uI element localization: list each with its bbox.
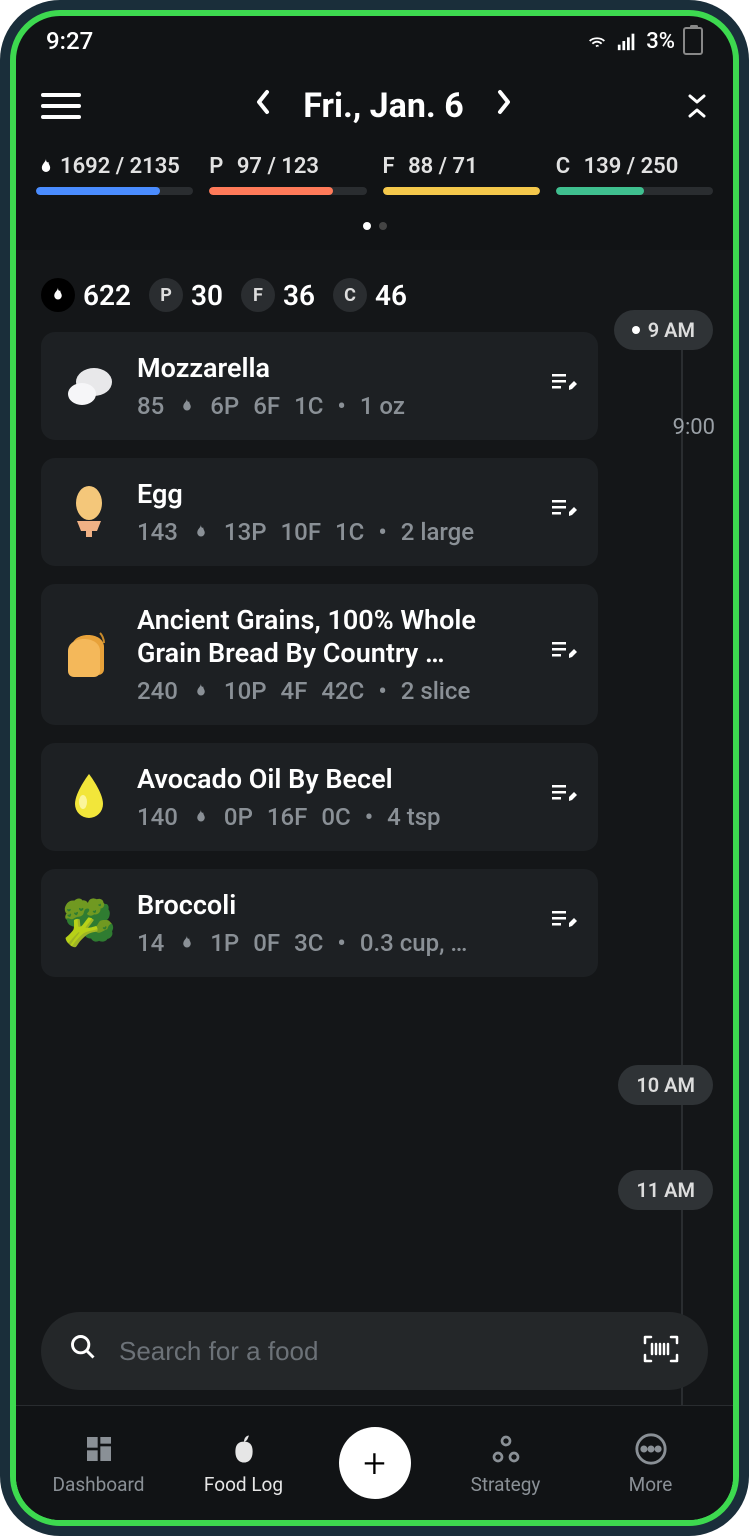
time-pill-9am[interactable]: 9 AM bbox=[614, 310, 713, 350]
menu-button[interactable] bbox=[41, 93, 81, 119]
flame-icon bbox=[178, 934, 196, 952]
meal-protein: P 30 bbox=[149, 278, 223, 312]
status-time: 9:27 bbox=[46, 27, 93, 55]
macro-calories[interactable]: 1692 / 2135 bbox=[36, 154, 193, 195]
egg-icon bbox=[59, 482, 119, 542]
time-pill-10am[interactable]: 10 AM bbox=[618, 1065, 713, 1105]
strategy-icon bbox=[490, 1431, 522, 1467]
battery-icon bbox=[683, 27, 703, 55]
next-day-button[interactable] bbox=[494, 88, 514, 124]
food-card[interactable]: Mozzarella 85 6P 6F 1C • 1 oz bbox=[41, 332, 598, 440]
macro-fat-fill bbox=[383, 187, 540, 195]
food-name: Mozzarella bbox=[137, 352, 532, 386]
page-dots[interactable] bbox=[16, 203, 733, 250]
meal-carbs: C 46 bbox=[333, 278, 407, 312]
edit-food-button[interactable] bbox=[550, 783, 580, 811]
edit-food-button[interactable] bbox=[550, 372, 580, 400]
search-icon bbox=[69, 1333, 97, 1369]
time-label-900: 9:00 bbox=[673, 415, 715, 440]
macro-fat[interactable]: F 88 / 71 bbox=[383, 154, 540, 195]
edit-food-button[interactable] bbox=[550, 640, 580, 668]
food-card[interactable]: 🥦 Broccoli 14 1P 0F 3C • 0.3 cup, … bbox=[41, 869, 598, 977]
date-title[interactable]: Fri., Jan. 6 bbox=[303, 86, 463, 126]
flame-icon bbox=[192, 808, 210, 826]
food-name: Ancient Grains, 100% Whole Grain Bread B… bbox=[137, 604, 532, 672]
time-pill-11am[interactable]: 11 AM bbox=[618, 1170, 713, 1210]
prev-day-button[interactable] bbox=[253, 88, 273, 124]
food-name: Broccoli bbox=[137, 889, 532, 923]
more-icon bbox=[634, 1431, 668, 1467]
barcode-icon[interactable] bbox=[642, 1334, 680, 1368]
macro-protein[interactable]: P 97 / 123 bbox=[209, 154, 366, 195]
nav-dashboard[interactable]: Dashboard bbox=[49, 1431, 149, 1496]
dashboard-icon bbox=[83, 1431, 115, 1467]
search-input[interactable] bbox=[119, 1336, 620, 1367]
add-button[interactable]: + bbox=[339, 1427, 411, 1499]
food-meta: 140 0P 16F 0C • 4 tsp bbox=[137, 803, 532, 831]
food-name: Avocado Oil By Becel bbox=[137, 763, 532, 797]
edit-food-button[interactable] bbox=[550, 909, 580, 937]
macro-carbs[interactable]: C 139 / 250 bbox=[556, 154, 713, 195]
oil-drop-icon bbox=[59, 767, 119, 827]
flame-icon bbox=[36, 157, 56, 177]
food-meta: 14 1P 0F 3C • 0.3 cup, … bbox=[137, 929, 532, 957]
bottom-nav: Dashboard Food Log + Strategy bbox=[16, 1405, 733, 1520]
meal-fat: F 36 bbox=[241, 278, 315, 312]
flame-icon bbox=[192, 523, 210, 541]
food-card[interactable]: Avocado Oil By Becel 140 0P 16F 0C • 4 t… bbox=[41, 743, 598, 851]
signal-icon bbox=[616, 30, 638, 52]
macro-summary: 1692 / 2135 P 97 / 123 F 88 / 71 C 139 /… bbox=[16, 136, 733, 203]
mozzarella-icon bbox=[59, 356, 119, 416]
bread-icon bbox=[59, 624, 119, 684]
macro-carbs-fill bbox=[556, 187, 644, 195]
nav-more[interactable]: More bbox=[601, 1431, 701, 1496]
battery-percent: 3% bbox=[646, 29, 675, 54]
food-card[interactable]: Egg 143 13P 10F 1C • 2 large bbox=[41, 458, 598, 566]
search-bar[interactable] bbox=[41, 1312, 708, 1390]
wifi-icon bbox=[586, 30, 608, 52]
macro-protein-fill bbox=[209, 187, 333, 195]
food-card[interactable]: Ancient Grains, 100% Whole Grain Bread B… bbox=[41, 584, 598, 726]
flame-icon bbox=[192, 682, 210, 700]
status-icons: 3% bbox=[586, 27, 703, 55]
edit-food-button[interactable] bbox=[550, 498, 580, 526]
macro-calories-fill bbox=[36, 187, 160, 195]
content-area: 622 P 30 F 36 C 46 9 AM 9:0 bbox=[16, 250, 733, 1520]
nav-strategy[interactable]: Strategy bbox=[456, 1431, 556, 1496]
broccoli-icon: 🥦 bbox=[59, 893, 119, 953]
food-meta: 240 10P 4F 42C • 2 slice bbox=[137, 677, 532, 705]
collapse-button[interactable] bbox=[686, 92, 708, 120]
meal-calories: 622 bbox=[41, 278, 131, 312]
status-bar: 9:27 3% bbox=[16, 16, 733, 66]
flame-icon bbox=[178, 397, 196, 415]
flame-icon bbox=[41, 278, 75, 312]
app-header: Fri., Jan. 6 bbox=[16, 66, 733, 136]
nav-food-log[interactable]: Food Log bbox=[194, 1431, 294, 1496]
apple-icon bbox=[229, 1431, 259, 1467]
food-meta: 85 6P 6F 1C • 1 oz bbox=[137, 392, 532, 420]
food-list: Mozzarella 85 6P 6F 1C • 1 oz Egg 143 13… bbox=[16, 332, 623, 977]
food-meta: 143 13P 10F 1C • 2 large bbox=[137, 518, 532, 546]
food-name: Egg bbox=[137, 478, 532, 512]
